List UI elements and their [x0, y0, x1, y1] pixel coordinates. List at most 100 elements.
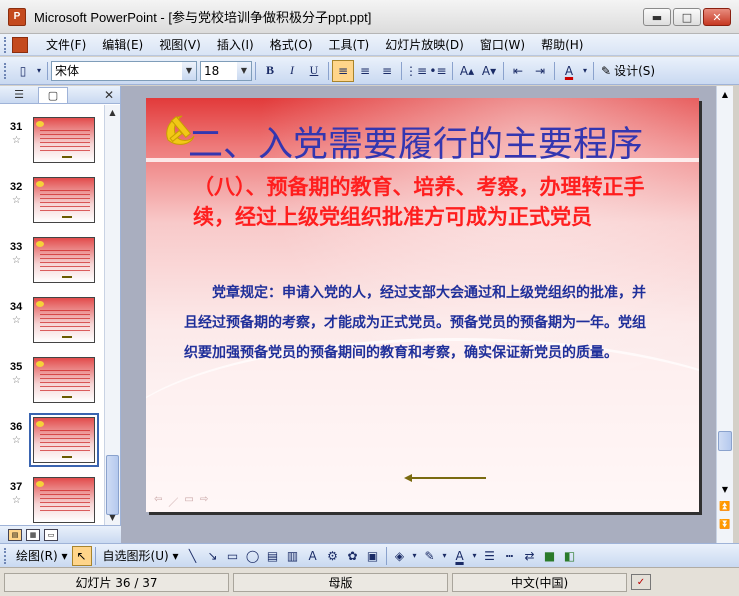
pen-icon[interactable]: ／	[168, 494, 178, 509]
chevron-down-icon[interactable]: ▼	[182, 61, 196, 80]
close-icon[interactable]: ✕	[104, 88, 114, 102]
picture-icon[interactable]: ▣	[363, 546, 383, 566]
scroll-up-icon[interactable]: ▲	[105, 105, 120, 120]
select-cursor-icon[interactable]: ↖	[71, 545, 92, 566]
increase-font-icon[interactable]: A▴	[456, 60, 478, 82]
autoshapes-button[interactable]: 自选图形(U) ▾	[99, 547, 183, 564]
toolbar-grip[interactable]	[4, 62, 8, 79]
vertical-textbox-icon[interactable]: ▥	[283, 546, 303, 566]
shadow-icon[interactable]: ■	[540, 546, 560, 566]
3d-style-icon[interactable]: ◧	[560, 546, 580, 566]
next-arrow-icon[interactable]: ⇨	[200, 494, 208, 509]
back-arrow-icon[interactable]	[404, 473, 486, 483]
chevron-down-icon[interactable]: ▾	[470, 546, 480, 566]
next-slide-icon[interactable]: ⏬	[717, 517, 733, 533]
draw-menu-button[interactable]: 绘图(R) ▾	[12, 547, 72, 564]
thumbnail-item[interactable]: 34 ☆	[0, 295, 104, 355]
menu-format[interactable]: 格式(O)	[262, 36, 321, 53]
slide-thumbnail[interactable]	[33, 477, 95, 523]
scroll-thumb[interactable]	[106, 455, 119, 515]
toolbar-options-icon[interactable]: ▾	[34, 60, 44, 82]
thumbnail-item[interactable]: 35 ☆	[0, 355, 104, 415]
align-center-icon[interactable]: ≡	[354, 60, 376, 82]
numbered-list-icon[interactable]: ⋮≡	[405, 60, 427, 82]
slide-subtitle[interactable]: （八）、预备期的教育、培养、考察，办理转正手续，经过上级党组织批准方可成为正式党…	[193, 172, 671, 232]
menu-insert[interactable]: 插入(I)	[209, 36, 262, 53]
chevron-down-icon[interactable]: ▾	[580, 60, 590, 82]
menu-edit[interactable]: 编辑(E)	[94, 36, 151, 53]
menu-slideshow[interactable]: 幻灯片放映(D)	[377, 36, 472, 53]
slideshow-icon[interactable]: ▭	[44, 528, 58, 541]
scroll-down-icon[interactable]: ▼	[105, 510, 120, 525]
font-color-icon[interactable]: A	[558, 60, 580, 82]
menu-window[interactable]: 窗口(W)	[472, 36, 533, 53]
align-right-icon[interactable]: ≡	[376, 60, 398, 82]
normal-view-icon[interactable]: ▤	[8, 528, 22, 541]
slide-thumbnail[interactable]	[33, 177, 95, 223]
menu-help[interactable]: 帮助(H)	[533, 36, 591, 53]
previous-slide-icon[interactable]: ⏫	[717, 499, 733, 515]
slide-thumbnail[interactable]	[33, 297, 95, 343]
menu-view[interactable]: 视图(V)	[151, 36, 209, 53]
chevron-down-icon[interactable]: ▾	[440, 546, 450, 566]
design-button[interactable]: ✎ 设计(S)	[597, 62, 659, 79]
current-slide[interactable]: 二、入党需要履行的主要程序 （八）、预备期的教育、培养、考察，办理转正手续，经过…	[146, 98, 699, 512]
thumbnail-item[interactable]: 32 ☆	[0, 175, 104, 235]
font-size-combo[interactable]: 18 ▼	[200, 60, 252, 81]
document-icon[interactable]	[12, 36, 28, 53]
thumbnail-item-selected[interactable]: 36 ☆	[0, 413, 104, 475]
slide-scrollbar[interactable]: ▲ ▼ ⏫ ⏬	[716, 86, 733, 543]
close-button[interactable]: ✕	[703, 8, 731, 26]
scroll-up-icon[interactable]: ▲	[717, 86, 733, 102]
clipart-icon[interactable]: ✿	[343, 546, 363, 566]
fill-color-icon[interactable]: ◈	[390, 546, 410, 566]
chevron-down-icon[interactable]: ▼	[237, 61, 251, 80]
chevron-down-icon[interactable]: ▾	[410, 546, 420, 566]
bold-button[interactable]: B	[259, 60, 281, 82]
tab-slides[interactable]: ▢	[38, 86, 68, 103]
align-left-icon[interactable]: ≡	[332, 59, 354, 82]
powerpoint-icon[interactable]: P	[8, 7, 26, 26]
menu-file[interactable]: 文件(F)	[38, 36, 94, 53]
arrow-style-icon[interactable]: ⇄	[520, 546, 540, 566]
diagram-icon[interactable]: ⚙	[323, 546, 343, 566]
decrease-font-icon[interactable]: A▾	[478, 60, 500, 82]
oval-tool-icon[interactable]: ◯	[243, 546, 263, 566]
scroll-down-icon[interactable]: ▼	[717, 481, 733, 497]
slide-sorter-icon[interactable]: ▦	[26, 528, 40, 541]
thumbnail-scrollbar[interactable]: ▲ ▼	[104, 105, 120, 525]
slide-title[interactable]: 二、入党需要履行的主要程序	[188, 116, 693, 167]
underline-button[interactable]: U	[303, 60, 325, 82]
font-color-icon[interactable]: A	[450, 546, 470, 566]
menu-icon[interactable]: ▭	[184, 494, 193, 509]
italic-button[interactable]: I	[281, 60, 303, 82]
font-name-combo[interactable]: 宋体 ▼	[51, 60, 197, 81]
line-color-icon[interactable]: ✎	[420, 546, 440, 566]
bulleted-list-icon[interactable]: •≡	[427, 60, 449, 82]
scroll-thumb[interactable]	[718, 431, 732, 451]
new-doc-icon[interactable]: ▯	[12, 60, 34, 82]
textbox-icon[interactable]: ▤	[263, 546, 283, 566]
rectangle-tool-icon[interactable]: ▭	[223, 546, 243, 566]
line-tool-icon[interactable]: ╲	[183, 546, 203, 566]
maximize-button[interactable]: □	[673, 8, 701, 26]
thumbnail-item[interactable]: 31 ☆	[0, 115, 104, 175]
slide-thumbnail[interactable]	[33, 237, 95, 283]
arrow-tool-icon[interactable]: ↘	[203, 546, 223, 566]
slide-thumbnail[interactable]	[33, 117, 95, 163]
toolbar-grip[interactable]	[4, 547, 8, 564]
wordart-icon[interactable]: A	[303, 546, 323, 566]
menu-tools[interactable]: 工具(T)	[321, 36, 378, 53]
dash-style-icon[interactable]: ┅	[500, 546, 520, 566]
slide-thumbnail[interactable]	[33, 357, 95, 403]
menubar-grip[interactable]	[4, 36, 8, 53]
thumbnail-item[interactable]: 37 ☆	[0, 475, 104, 525]
minimize-button[interactable]: ▬	[643, 8, 671, 26]
prev-arrow-icon[interactable]: ⇦	[154, 494, 162, 509]
line-style-icon[interactable]: ☰	[480, 546, 500, 566]
increase-indent-icon[interactable]: ⇥	[529, 60, 551, 82]
slide-thumbnail[interactable]	[29, 413, 99, 467]
slide-body-text[interactable]: 党章规定：申请入党的人，经过支部大会通过和上级党组织的批准，并且经过预备期的考察…	[184, 278, 659, 368]
tab-outline[interactable]: ☰	[4, 87, 34, 103]
thumbnail-item[interactable]: 33 ☆	[0, 235, 104, 295]
